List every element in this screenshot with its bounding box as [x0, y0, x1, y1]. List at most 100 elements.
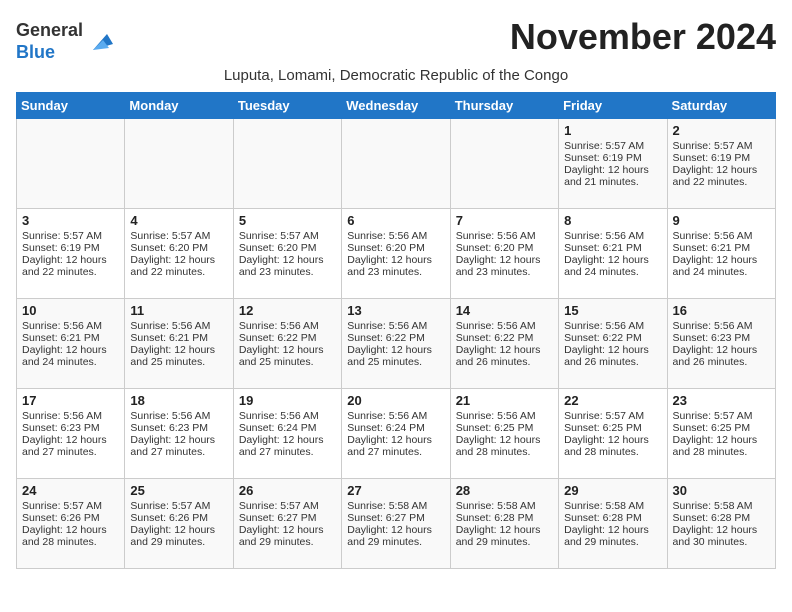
location-subtitle: Luputa, Lomami, Democratic Republic of t…: [16, 67, 776, 84]
day-info-line: Sunrise: 5:57 AM: [22, 500, 119, 512]
calendar-cell: 25Sunrise: 5:57 AMSunset: 6:26 PMDayligh…: [125, 479, 233, 569]
calendar-cell: 17 Sunrise: 5:56 AMSunset: 6:23 PMDayligh…: [17, 389, 125, 479]
calendar-cell: [342, 119, 450, 209]
calendar-cell: 23Sunrise: 5:57 AMSunset: 6:25 PMDayligh…: [667, 389, 775, 479]
day-number: 26: [239, 483, 336, 498]
day-info-line: Sunset: 6:22 PM: [564, 332, 661, 344]
day-info-line: Sunrise: 5:56 AM: [239, 320, 336, 332]
calendar-cell: 24Sunrise: 5:57 AMSunset: 6:26 PMDayligh…: [17, 479, 125, 569]
day-info-line: Sunset: 6:27 PM: [347, 512, 444, 524]
day-number: 18: [130, 393, 227, 408]
logo-icon: [85, 26, 115, 56]
day-info-line: Daylight: 12 hours and 28 minutes.: [456, 434, 553, 458]
day-info-line: Daylight: 12 hours and 27 minutes.: [22, 434, 119, 458]
calendar-cell: 1Sunrise: 5:57 AMSunset: 6:19 PMDaylight…: [559, 119, 667, 209]
day-info-line: Sunset: 6:20 PM: [347, 242, 444, 254]
calendar-cell: 9Sunrise: 5:56 AMSunset: 6:21 PMDaylight…: [667, 209, 775, 299]
day-info-line: Daylight: 12 hours and 25 minutes.: [239, 344, 336, 368]
day-info-line: Daylight: 12 hours and 29 minutes.: [456, 524, 553, 548]
calendar-cell: 30Sunrise: 5:58 AMSunset: 6:28 PMDayligh…: [667, 479, 775, 569]
day-info-line: Sunrise: 5:57 AM: [130, 500, 227, 512]
day-info-line: Daylight: 12 hours and 23 minutes.: [239, 254, 336, 278]
day-header-sunday: Sunday: [17, 93, 125, 119]
day-header-monday: Monday: [125, 93, 233, 119]
day-info-line: Sunrise: 5:58 AM: [673, 500, 770, 512]
day-info-line: Sunrise: 5:56 AM: [673, 320, 770, 332]
day-info-line: Daylight: 12 hours and 30 minutes.: [673, 524, 770, 548]
calendar-cell: [450, 119, 558, 209]
calendar-cell: 2Sunrise: 5:57 AMSunset: 6:19 PMDaylight…: [667, 119, 775, 209]
calendar-cell: 26Sunrise: 5:57 AMSunset: 6:27 PMDayligh…: [233, 479, 341, 569]
day-info-line: Sunrise: 5:58 AM: [456, 500, 553, 512]
month-title: November 2024: [510, 16, 776, 58]
day-info-line: Daylight: 12 hours and 26 minutes.: [456, 344, 553, 368]
day-info-line: Daylight: 12 hours and 29 minutes.: [564, 524, 661, 548]
calendar-cell: 11Sunrise: 5:56 AMSunset: 6:21 PMDayligh…: [125, 299, 233, 389]
day-number: 15: [564, 303, 661, 318]
day-info-line: Sunrise: 5:57 AM: [564, 410, 661, 422]
day-number: 3: [22, 213, 119, 228]
day-info-line: Daylight: 12 hours and 25 minutes.: [347, 344, 444, 368]
day-info-line: Daylight: 12 hours and 25 minutes.: [130, 344, 227, 368]
day-header-tuesday: Tuesday: [233, 93, 341, 119]
day-info-line: Sunrise: 5:57 AM: [22, 230, 119, 242]
day-number: 13: [347, 303, 444, 318]
day-info-line: Daylight: 12 hours and 28 minutes.: [22, 524, 119, 548]
day-number: 25: [130, 483, 227, 498]
day-info-line: Daylight: 12 hours and 26 minutes.: [564, 344, 661, 368]
day-info-line: Sunrise: 5:56 AM: [456, 230, 553, 242]
logo-general: General: [16, 20, 83, 40]
day-info-line: Sunset: 6:25 PM: [673, 422, 770, 434]
page-header: General Blue November 2024: [16, 16, 776, 63]
day-number: 27: [347, 483, 444, 498]
day-number: 19: [239, 393, 336, 408]
day-info-line: Sunrise: 5:57 AM: [673, 410, 770, 422]
day-number: 17: [22, 393, 119, 408]
calendar-cell: 6Sunrise: 5:56 AMSunset: 6:20 PMDaylight…: [342, 209, 450, 299]
calendar-cell: [17, 119, 125, 209]
calendar-cell: 28Sunrise: 5:58 AMSunset: 6:28 PMDayligh…: [450, 479, 558, 569]
calendar-cell: 19Sunrise: 5:56 AMSunset: 6:24 PMDayligh…: [233, 389, 341, 479]
day-number: 9: [673, 213, 770, 228]
calendar-cell: 5Sunrise: 5:57 AMSunset: 6:20 PMDaylight…: [233, 209, 341, 299]
day-info-line: Sunrise: 5:56 AM: [456, 410, 553, 422]
day-info-line: Sunset: 6:22 PM: [239, 332, 336, 344]
logo: General Blue: [16, 20, 115, 63]
calendar-cell: 16Sunrise: 5:56 AMSunset: 6:23 PMDayligh…: [667, 299, 775, 389]
day-info-line: Sunrise: 5:57 AM: [130, 230, 227, 242]
day-info-line: Sunrise: 5:57 AM: [239, 500, 336, 512]
day-number: 14: [456, 303, 553, 318]
day-info-line: Daylight: 12 hours and 22 minutes.: [22, 254, 119, 278]
calendar-cell: 10Sunrise: 5:56 AMSunset: 6:21 PMDayligh…: [17, 299, 125, 389]
day-info-line: Daylight: 12 hours and 23 minutes.: [456, 254, 553, 278]
day-info-line: Daylight: 12 hours and 27 minutes.: [130, 434, 227, 458]
day-number: 7: [456, 213, 553, 228]
day-info-line: Sunrise: 5:57 AM: [673, 140, 770, 152]
day-header-thursday: Thursday: [450, 93, 558, 119]
calendar-cell: 15 Sunrise: 5:56 AMSunset: 6:22 PMDayligh…: [559, 299, 667, 389]
day-number: 6: [347, 213, 444, 228]
calendar-cell: [125, 119, 233, 209]
day-number: 4: [130, 213, 227, 228]
day-number: 11: [130, 303, 227, 318]
day-info-line: Sunset: 6:22 PM: [347, 332, 444, 344]
day-info-line: Sunrise: 5:56 AM: [564, 320, 661, 332]
logo-blue: Blue: [16, 42, 55, 62]
day-info-line: Sunset: 6:21 PM: [22, 332, 119, 344]
day-number: 20: [347, 393, 444, 408]
day-info-line: Sunrise: 5:57 AM: [239, 230, 336, 242]
day-info-line: Daylight: 12 hours and 27 minutes.: [239, 434, 336, 458]
day-info-line: Sunset: 6:20 PM: [456, 242, 553, 254]
day-number: 24: [22, 483, 119, 498]
day-info-line: Sunset: 6:23 PM: [130, 422, 227, 434]
day-info-line: Daylight: 12 hours and 28 minutes.: [564, 434, 661, 458]
day-info-line: Sunset: 6:20 PM: [239, 242, 336, 254]
calendar-cell: 20Sunrise: 5:56 AMSunset: 6:24 PMDayligh…: [342, 389, 450, 479]
day-info-line: Sunset: 6:24 PM: [347, 422, 444, 434]
day-info-line: Sunrise: 5:56 AM: [673, 230, 770, 242]
day-info-line: Sunset: 6:23 PM: [22, 422, 119, 434]
calendar-cell: 3Sunrise: 5:57 AMSunset: 6:19 PMDaylight…: [17, 209, 125, 299]
day-info-line: Sunrise: 5:56 AM: [22, 410, 119, 422]
day-header-friday: Friday: [559, 93, 667, 119]
day-info-line: Daylight: 12 hours and 22 minutes.: [673, 164, 770, 188]
